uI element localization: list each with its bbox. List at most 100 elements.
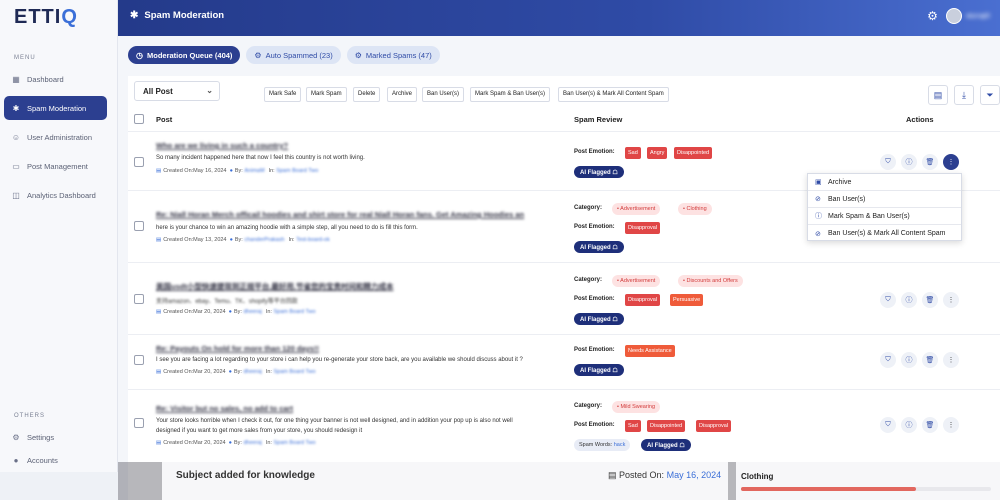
post-filter-select[interactable]: All Post ⌄ — [134, 81, 220, 101]
username[interactable]: sbzrajl0 — [966, 13, 990, 20]
more-options-icon[interactable]: ⋮ — [943, 417, 959, 433]
row-checkbox[interactable] — [134, 294, 144, 304]
spam-words: Spam Words: hack — [574, 439, 631, 451]
archive-button[interactable]: Archive — [387, 87, 418, 102]
tab-marked-spams[interactable]: ⚙ Marked Spams (47) — [346, 46, 440, 64]
menu-item-mark-spam-ban-users[interactable]: ⓘ Mark Spam & Ban User(s) — [808, 208, 961, 225]
mark-spam-ban-users-button[interactable]: Mark Spam & Ban User(s) — [470, 87, 551, 102]
header-user-area: ⚙ sbzrajl0 — [927, 8, 990, 24]
calendar-icon: ▤ — [608, 470, 617, 480]
ban-users-mark-all-spam-button[interactable]: Ban User(s) & Mark All Content Spam — [558, 87, 669, 102]
sidebar-item-settings[interactable]: ⚙ Settings — [4, 425, 107, 449]
row-checkbox[interactable] — [134, 157, 144, 167]
post-title-link[interactable]: Re: Payouts On hold for more than 120 da… — [156, 344, 319, 353]
user-icon: ● — [228, 440, 232, 446]
ai-flagged-badge: AI Flagged ☖ — [574, 364, 624, 376]
shield-icon[interactable]: ⛉ — [880, 417, 896, 433]
info-icon[interactable]: ⓘ — [901, 417, 917, 433]
table-row: 美国usdt小型快速提现到正规平台,最好用,节省您的宝贵时间和精力成本 支持am… — [128, 263, 1000, 335]
category-tag: • Advertisement — [612, 203, 661, 215]
tab-moderation-queue[interactable]: ◷ Moderation Queue (404) — [128, 46, 241, 64]
category-card: Clothing — [736, 462, 1000, 500]
row-checkbox[interactable] — [134, 355, 144, 365]
row-checkbox[interactable] — [134, 418, 144, 428]
gear-icon: ⚙ — [354, 50, 362, 60]
post-meta: ▤ Created On:Mar 20, 2024 ● By: dheeraj In:… — [156, 369, 316, 375]
info-icon[interactable]: ⓘ — [901, 292, 917, 308]
ban-users-button[interactable]: Ban User(s) — [422, 87, 465, 102]
filter-icon[interactable]: ⏷ — [980, 85, 1000, 105]
sidebar-item-analytics-dashboard[interactable]: ◫ Analytics Dashboard — [4, 183, 107, 207]
dashboard-icon: ▦ — [12, 74, 20, 84]
post-body: I see you are facing a lot regarding to … — [156, 357, 523, 363]
trash-icon[interactable]: 🗑 — [922, 154, 938, 170]
bug-icon: ✱ — [130, 10, 139, 21]
post-title-link[interactable]: Re: Niall Horan Merch officail hoodies a… — [156, 210, 524, 219]
emotion-tag: Disappointed — [674, 147, 713, 159]
sidebar-item-accounts[interactable]: ● Accounts — [4, 448, 107, 472]
table-header: Post Spam Review Actions — [128, 112, 1000, 132]
calendar-icon: ▤ — [156, 237, 162, 243]
shield-icon[interactable]: ⛉ — [880, 292, 896, 308]
board-link[interactable]: Spam Board Two — [276, 168, 318, 174]
sidebar-item-post-management[interactable]: ▭ Post Management — [4, 154, 107, 178]
info-icon[interactable]: ⓘ — [901, 154, 917, 170]
settings-gear-icon[interactable]: ⚙ — [927, 9, 938, 23]
menu-item-ban-users-mark-all-spam[interactable]: ⊘ Ban User(s) & Mark All Content Spam — [808, 225, 961, 242]
trash-icon[interactable]: 🗑 — [922, 292, 938, 308]
row-checkbox[interactable] — [134, 221, 144, 231]
app-logo[interactable]: ETTIQ — [14, 6, 78, 29]
sidebar-item-dashboard[interactable]: ▦ Dashboard — [4, 67, 107, 91]
toolbar: All Post ⌄ Mark Safe Mark Spam Delete Arc… — [134, 81, 1000, 105]
robot-icon: ☖ — [612, 245, 618, 251]
user-icon: ● — [229, 168, 233, 174]
post-meta: ▤ Created On:Mar 20, 2024 ● By: dheeraj In:… — [156, 309, 316, 315]
ai-flagged-badge: AI Flagged ☖ — [574, 241, 624, 253]
menu-item-archive[interactable]: ▣ Archive — [808, 174, 961, 191]
shield-icon[interactable]: ⛉ — [880, 154, 896, 170]
post-emotion-label: Post Emotion: — [574, 422, 615, 428]
author-link[interactable]: dheeraj — [243, 309, 261, 315]
menu-item-ban-users[interactable]: ⊘ Ban User(s) — [808, 191, 961, 208]
author-link[interactable]: chanderPrakash — [244, 237, 284, 243]
post-title-link[interactable]: 美国usdt小型快速提现到正规平台,最好用,节省您的宝贵时间和精力成本 — [156, 281, 394, 292]
board-link[interactable]: Spam Board Two — [273, 309, 315, 315]
mark-spam-button[interactable]: Mark Spam — [306, 87, 347, 102]
calendar-icon[interactable]: ▤ — [928, 85, 948, 105]
post-emotion-label: Post Emotion: — [574, 149, 615, 155]
author-link[interactable]: dheeraj — [243, 369, 261, 375]
person-icon: ● — [13, 455, 19, 465]
tab-auto-spammed[interactable]: ⚙ Auto Spammed (23) — [246, 46, 341, 64]
board-link[interactable]: Spam Board Two — [273, 369, 315, 375]
gear-icon: ⚙ — [12, 432, 20, 442]
trash-icon[interactable]: 🗑 — [922, 417, 938, 433]
mark-safe-button[interactable]: Mark Safe — [264, 87, 302, 102]
more-options-icon[interactable]: ⋮ — [943, 352, 959, 368]
emotion-tag: Angry — [647, 147, 668, 159]
avatar[interactable] — [945, 8, 962, 24]
user-icon: ● — [229, 237, 233, 243]
shield-icon[interactable]: ⛉ — [880, 352, 896, 368]
row-actions-dropdown: ▣ Archive ⊘ Ban User(s) ⓘ Mark Spam & Ban U… — [807, 173, 962, 241]
info-icon[interactable]: ⓘ — [901, 352, 917, 368]
board-link[interactable]: Test-board-ok — [296, 237, 330, 243]
robot-icon: ☖ — [612, 170, 618, 176]
download-icon[interactable]: ⤓ — [954, 85, 974, 105]
user-icon: ● — [228, 369, 232, 375]
board-link[interactable]: Spam Board Two — [273, 440, 315, 446]
sidebar-item-spam-moderation[interactable]: ✱ Spam Moderation — [4, 96, 107, 120]
author-link[interactable]: dheeraj — [243, 440, 261, 446]
post-title-link[interactable]: Who are we living in such a country? — [156, 141, 288, 150]
author-link[interactable]: AnimaM — [244, 168, 264, 174]
post-body: So many incident happened here that now … — [156, 155, 365, 161]
post-title-link[interactable]: Re: Visitor but no sales, no add to cart — [156, 404, 293, 413]
post-body: Your store looks horrible when I check i… — [156, 418, 513, 424]
more-options-icon[interactable]: ⋮ — [943, 292, 959, 308]
select-all-checkbox[interactable] — [134, 114, 144, 124]
ai-flagged-badge: AI Flagged ☖ — [574, 313, 624, 325]
more-options-icon[interactable]: ⋮ — [943, 154, 959, 170]
delete-button[interactable]: Delete — [353, 87, 381, 102]
trash-icon[interactable]: 🗑 — [922, 352, 938, 368]
sidebar-item-user-administration[interactable]: ☺ User Administration — [4, 125, 107, 149]
category-tag: • Clothing — [678, 203, 712, 215]
